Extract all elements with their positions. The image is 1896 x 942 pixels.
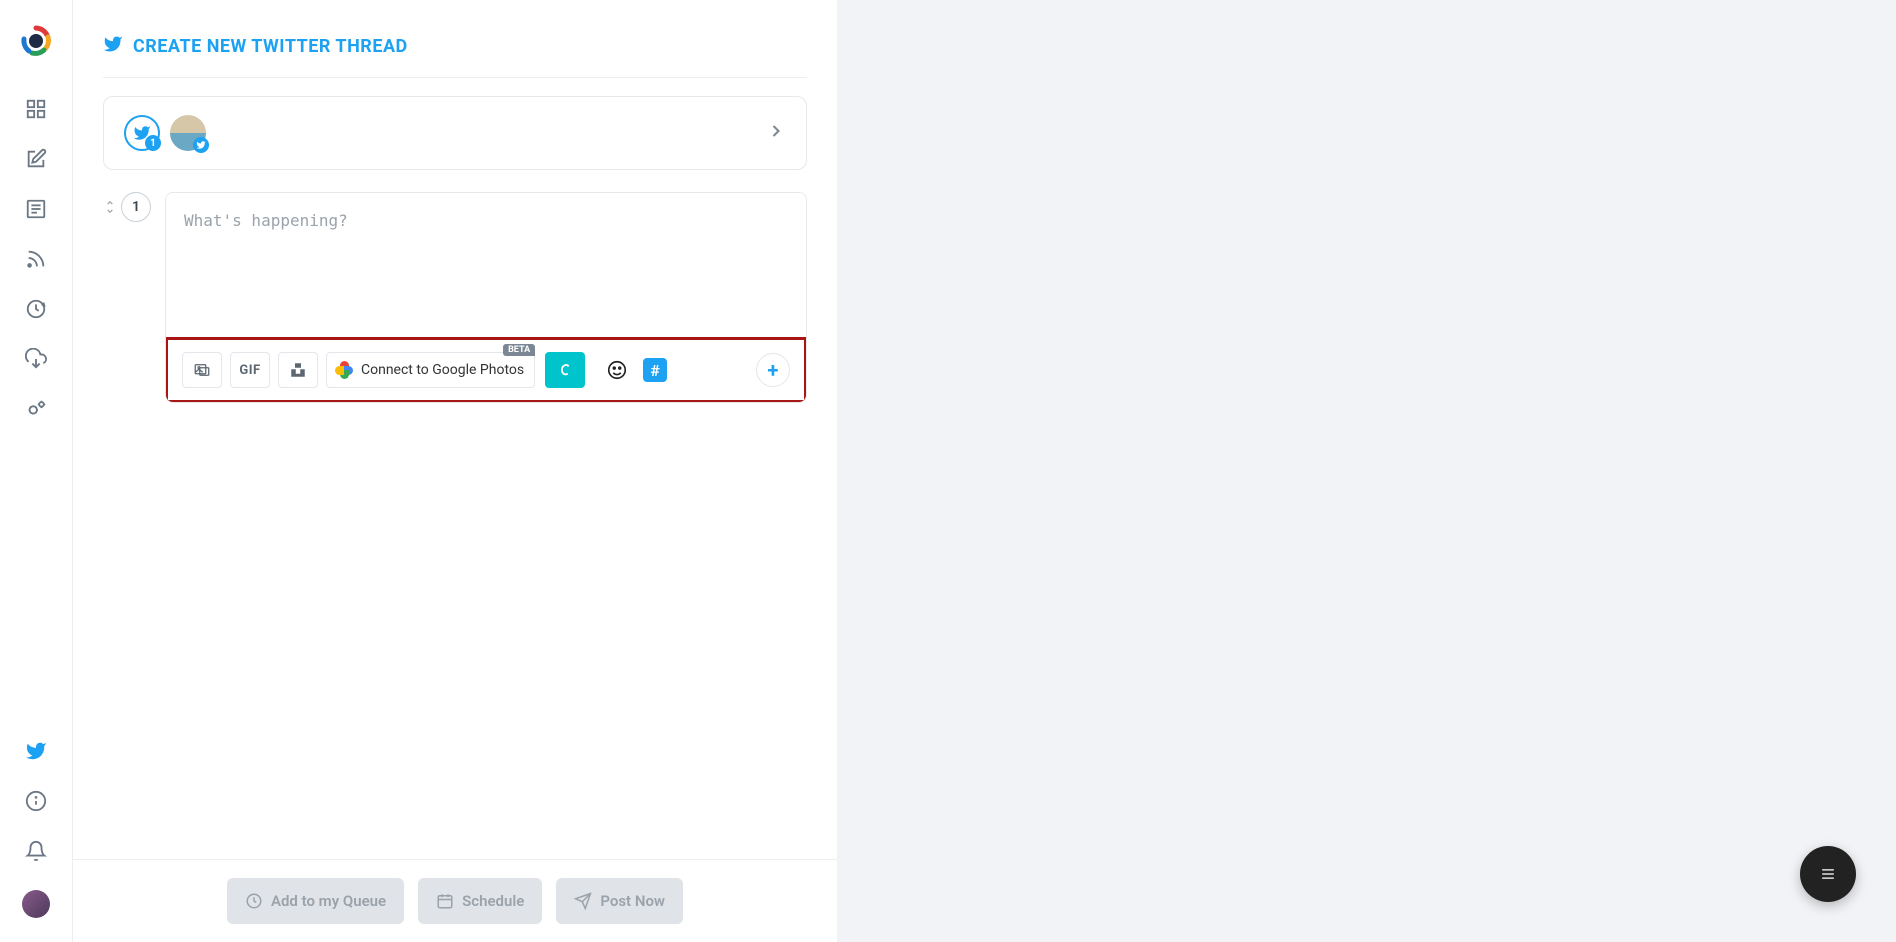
fab-menu-button[interactable] [1800, 846, 1856, 902]
settings-icon[interactable] [25, 398, 47, 420]
footer-actions: Add to my Queue Schedule Post Now [73, 859, 837, 942]
post-now-label: Post Now [600, 892, 665, 910]
page-title: CREATE NEW TWITTER THREAD [103, 34, 807, 78]
info-icon[interactable] [25, 790, 47, 812]
dashboard-icon[interactable] [25, 98, 47, 120]
send-icon [574, 892, 592, 910]
rss-icon[interactable] [25, 248, 47, 270]
calendar-icon [436, 892, 454, 910]
page-title-text: CREATE NEW TWITTER THREAD [133, 36, 408, 57]
main-content: CREATE NEW TWITTER THREAD 1 1 [73, 0, 837, 700]
add-tweet-button[interactable]: + [756, 353, 790, 387]
add-gif-button[interactable]: GIF [230, 352, 270, 388]
selected-account-avatar[interactable] [170, 115, 206, 151]
tweet-index[interactable]: 1 [103, 192, 151, 222]
beta-badge: BETA [503, 344, 535, 356]
account-selector[interactable]: 1 [103, 96, 807, 170]
hashtag-button[interactable]: # [643, 358, 667, 382]
reorder-icon [103, 200, 117, 214]
canva-button[interactable] [545, 352, 585, 388]
download-icon[interactable] [25, 348, 47, 370]
tweet-number: 1 [121, 192, 151, 222]
add-unsplash-button[interactable] [278, 352, 318, 388]
twitter-icon [103, 34, 123, 59]
emoji-button[interactable] [603, 356, 631, 384]
chevron-right-icon[interactable] [766, 121, 786, 145]
google-photos-label: Connect to Google Photos [361, 362, 524, 378]
add-image-button[interactable] [182, 352, 222, 388]
composer-row: 1 GIF Connect to [103, 192, 807, 403]
twitter-icon[interactable] [25, 740, 47, 762]
sidebar [0, 0, 73, 942]
recycle-icon[interactable] [25, 298, 47, 320]
compose-icon[interactable] [25, 148, 47, 170]
queue-icon [245, 892, 263, 910]
app-logo[interactable] [19, 24, 53, 58]
list-icon[interactable] [25, 198, 47, 220]
tweet-input[interactable] [166, 193, 806, 333]
connect-google-photos-button[interactable]: Connect to Google Photos BETA [326, 352, 535, 388]
composer-toolbar: GIF Connect to Google Photos BETA [168, 340, 804, 400]
account-count-badge: 1 [145, 135, 161, 151]
post-now-button[interactable]: Post Now [556, 878, 683, 924]
toolbar-highlight: GIF Connect to Google Photos BETA [165, 337, 807, 403]
schedule-label: Schedule [462, 892, 524, 910]
add-to-queue-button[interactable]: Add to my Queue [227, 878, 404, 924]
twitter-account-chip[interactable]: 1 [124, 115, 160, 151]
preview-panel [837, 0, 1896, 942]
composer: GIF Connect to Google Photos BETA [165, 192, 807, 403]
bell-icon[interactable] [25, 840, 47, 862]
google-photos-icon [335, 361, 353, 379]
schedule-button[interactable]: Schedule [418, 878, 542, 924]
user-avatar[interactable] [22, 890, 50, 918]
menu-icon [1818, 864, 1838, 884]
queue-label: Add to my Queue [271, 892, 386, 910]
twitter-badge-icon [193, 137, 209, 153]
